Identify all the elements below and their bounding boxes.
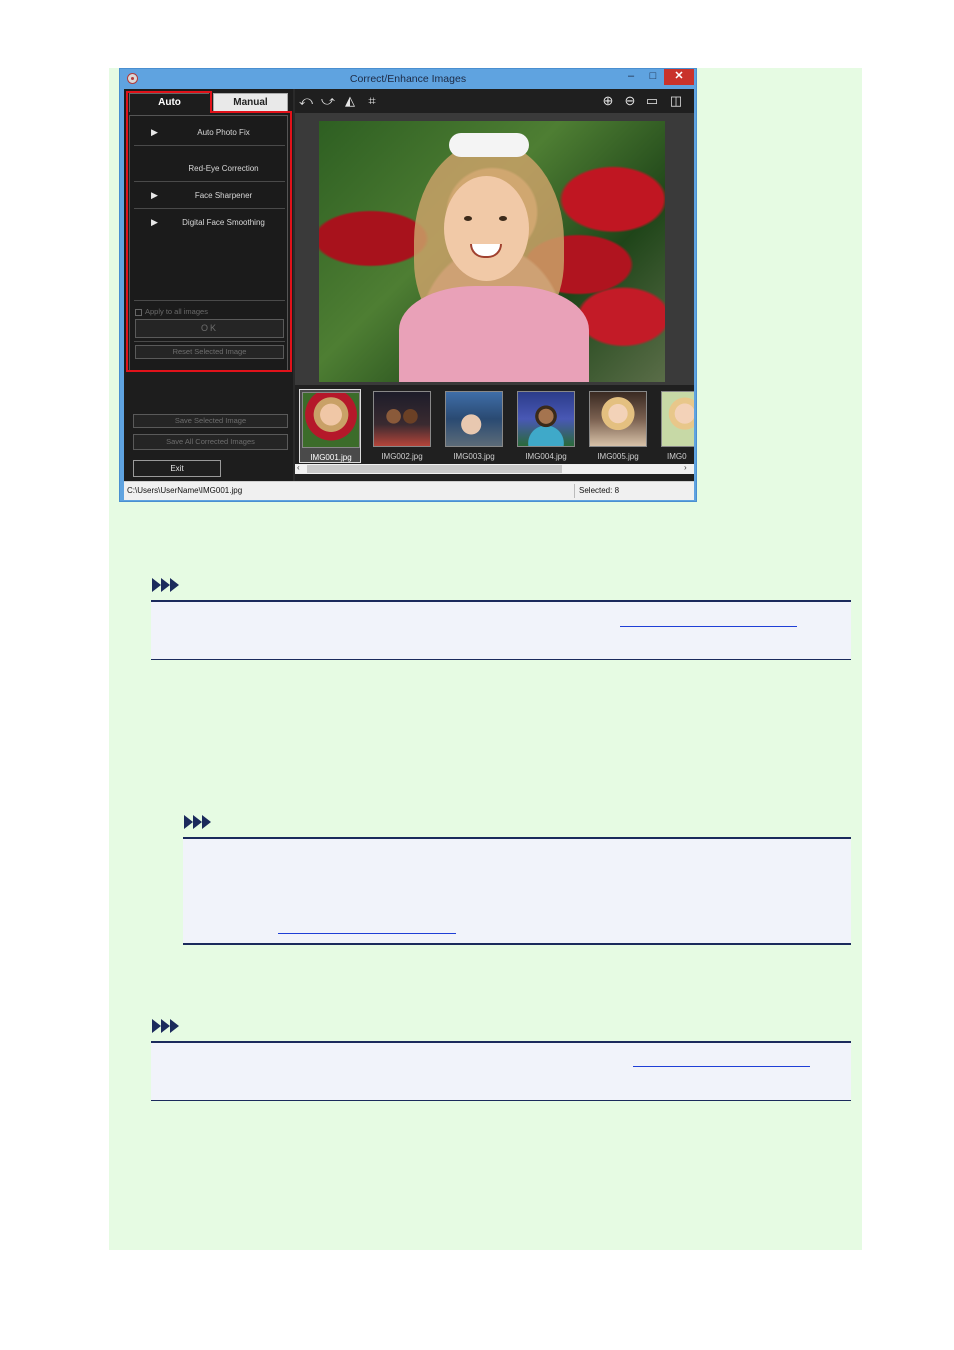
thumbnail-caption: IMG001.jpg bbox=[310, 453, 352, 462]
rotate-right-icon[interactable]: ⤻ bbox=[319, 92, 337, 110]
thumbnail-item[interactable]: IMG001.jpg bbox=[299, 389, 361, 463]
thumbnail-item[interactable]: IMG0 bbox=[659, 389, 694, 463]
tab-auto[interactable]: Auto bbox=[129, 93, 209, 112]
image-toolbar: ⤺ ⤻ ◭ ⌗ ⊕ ⊖ ▭ ◫ bbox=[295, 89, 694, 113]
thumbnail-item[interactable]: IMG002.jpg bbox=[371, 389, 433, 463]
window-title: Correct/Enhance Images bbox=[349, 73, 467, 85]
expand-triangle-icon[interactable]: ▶ bbox=[151, 190, 158, 201]
scrollbar-thumb[interactable] bbox=[307, 465, 562, 473]
preview-photo[interactable] bbox=[319, 121, 665, 382]
thumbnail-item[interactable]: IMG004.jpg bbox=[515, 389, 577, 463]
item-label: Digital Face Smoothing bbox=[182, 218, 265, 227]
status-divider bbox=[574, 484, 575, 498]
note-link[interactable] bbox=[278, 933, 456, 934]
note-icon bbox=[152, 578, 192, 592]
thumbnail-caption: IMG002.jpg bbox=[381, 452, 423, 461]
item-label: Red-Eye Correction bbox=[188, 164, 259, 173]
divider bbox=[134, 300, 285, 301]
save-all-corrected-images-button[interactable]: Save All Corrected Images bbox=[133, 434, 288, 450]
close-button[interactable]: ✕ bbox=[664, 69, 694, 85]
note-icon bbox=[184, 815, 224, 829]
maximize-button[interactable]: □ bbox=[642, 69, 664, 85]
zoom-out-icon[interactable]: ⊖ bbox=[621, 92, 639, 110]
correct-enhance-window: Correct/Enhance Images – □ ✕ Auto Manual… bbox=[119, 68, 697, 502]
photo-dress bbox=[399, 286, 589, 382]
thumbnail-image bbox=[302, 392, 360, 448]
note-link[interactable] bbox=[633, 1066, 810, 1067]
digital-face-smoothing-item[interactable]: ▶ Digital Face Smoothing bbox=[134, 210, 285, 236]
thumbnail-caption: IMG0 bbox=[667, 452, 687, 461]
status-file-path: C:\Users\UserName\IMG001.jpg bbox=[127, 486, 243, 495]
thumbnail-scrollbar[interactable]: ‹ › bbox=[295, 463, 694, 474]
exit-button[interactable]: Exit bbox=[133, 460, 221, 477]
apply-all-checkbox[interactable]: Apply to all images bbox=[135, 307, 208, 316]
note-link[interactable] bbox=[620, 626, 797, 627]
thumbnail-item[interactable]: IMG005.jpg bbox=[587, 389, 649, 463]
thumbnail-image bbox=[589, 391, 647, 447]
note-box bbox=[183, 837, 851, 945]
item-label: Face Sharpener bbox=[194, 191, 253, 200]
title-bar: Correct/Enhance Images – □ ✕ bbox=[120, 69, 696, 89]
thumbnail-caption: IMG005.jpg bbox=[597, 452, 639, 461]
ok-button[interactable]: OK bbox=[135, 319, 284, 338]
thumbnail-image bbox=[661, 391, 694, 447]
note-box bbox=[151, 600, 851, 660]
left-panel: Auto Manual ▶ Auto Photo Fix Red-Eye Cor… bbox=[124, 89, 293, 481]
full-screen-icon[interactable]: ▭ bbox=[643, 92, 661, 110]
thumbnail-strip: IMG001.jpg IMG002.jpg IMG003.jpg IMG004.… bbox=[295, 385, 694, 481]
preview-area bbox=[295, 113, 694, 385]
thumbnail-caption: IMG003.jpg bbox=[453, 452, 495, 461]
red-eye-correction-item[interactable]: Red-Eye Correction bbox=[134, 156, 285, 182]
scroll-left-icon[interactable]: ‹ bbox=[297, 463, 300, 472]
photo-smile bbox=[470, 244, 502, 258]
compare-icon[interactable]: ◫ bbox=[667, 92, 685, 110]
face-sharpener-item[interactable]: ▶ Face Sharpener bbox=[134, 183, 285, 209]
thumbnail-caption: IMG004.jpg bbox=[525, 452, 567, 461]
window-client: Auto Manual ▶ Auto Photo Fix Red-Eye Cor… bbox=[124, 89, 694, 500]
auto-photo-fix-item[interactable]: ▶ Auto Photo Fix bbox=[134, 120, 285, 146]
note-box bbox=[151, 1041, 851, 1101]
minimize-button[interactable]: – bbox=[620, 69, 642, 85]
zoom-in-icon[interactable]: ⊕ bbox=[599, 92, 617, 110]
crop-icon[interactable]: ⌗ bbox=[363, 92, 381, 110]
flip-icon[interactable]: ◭ bbox=[341, 92, 359, 110]
item-label: Auto Photo Fix bbox=[197, 128, 250, 137]
thumbnail-image bbox=[517, 391, 575, 447]
photo-eye bbox=[499, 216, 507, 221]
divider bbox=[134, 341, 285, 342]
photo-hair-bow bbox=[449, 133, 529, 157]
save-selected-image-button[interactable]: Save Selected Image bbox=[133, 414, 288, 428]
thumbnail-image bbox=[373, 391, 431, 447]
reset-selected-image-button[interactable]: Reset Selected Image bbox=[135, 345, 284, 359]
status-selected-count: Selected: 8 bbox=[579, 486, 620, 495]
thumbnail-item[interactable]: IMG003.jpg bbox=[443, 389, 505, 463]
photo-face bbox=[444, 176, 529, 281]
rotate-left-icon[interactable]: ⤺ bbox=[297, 92, 315, 110]
status-bar: C:\Users\UserName\IMG001.jpg Selected: 8 bbox=[124, 481, 694, 500]
expand-triangle-icon[interactable]: ▶ bbox=[151, 217, 158, 228]
scroll-right-icon[interactable]: › bbox=[684, 463, 687, 472]
tab-manual[interactable]: Manual bbox=[213, 93, 288, 112]
checkbox-label: Apply to all images bbox=[145, 307, 208, 316]
expand-triangle-icon[interactable]: ▶ bbox=[151, 127, 158, 138]
checkbox-box[interactable] bbox=[135, 308, 142, 316]
note-icon bbox=[152, 1019, 192, 1033]
thumbnail-image bbox=[445, 391, 503, 447]
auto-correction-panel: ▶ Auto Photo Fix Red-Eye Correction ▶ Fa… bbox=[129, 115, 288, 371]
photo-eye bbox=[464, 216, 472, 221]
